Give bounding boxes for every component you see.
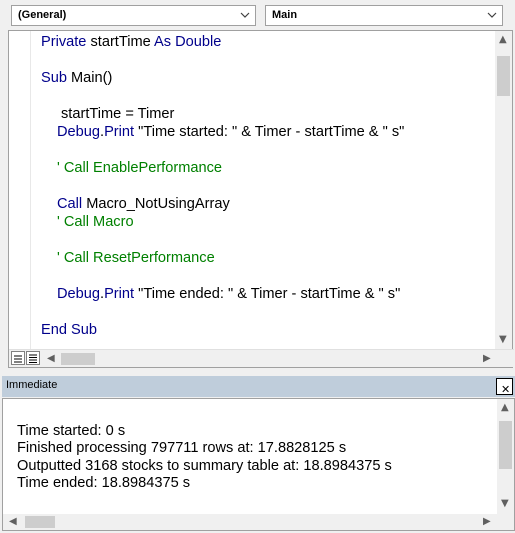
output-line: Time started: 0 s xyxy=(17,423,126,439)
full-module-view-icon xyxy=(29,354,37,363)
close-icon: ✕ xyxy=(501,383,511,396)
immediate-vertical-scrollbar[interactable]: ▲ ▼ xyxy=(497,399,514,514)
scroll-left-icon[interactable]: ◀ xyxy=(47,354,55,364)
scrollbar-thumb[interactable] xyxy=(61,353,95,365)
object-dropdown-value: (General) xyxy=(18,9,67,21)
output-line: Finished processing 797711 rows at: 17.8… xyxy=(17,440,347,457)
code-line: startTime = Timer xyxy=(61,106,175,122)
scroll-down-icon[interactable]: ▼ xyxy=(499,335,507,345)
code-line: Call Macro_NotUsingArray xyxy=(57,196,230,212)
close-button[interactable]: ✕ xyxy=(496,378,513,396)
code-window: Private startTime As Double Sub Main() s… xyxy=(8,30,514,368)
immediate-title: Immediate xyxy=(6,379,58,391)
code-window-toolbar: (General) Main xyxy=(0,0,515,30)
code-line: Private startTime As Double xyxy=(41,34,222,50)
code-line: End Sub xyxy=(41,322,97,338)
scroll-right-icon[interactable]: ▶ xyxy=(483,517,491,527)
scroll-left-icon[interactable]: ◀ xyxy=(9,517,17,527)
procedure-view-icon xyxy=(14,355,22,363)
code-line: Sub Main() xyxy=(41,70,113,86)
code-vertical-scrollbar[interactable]: ▲ ▼ xyxy=(495,31,512,349)
scrollbar-thumb[interactable] xyxy=(499,421,512,469)
chevron-down-icon xyxy=(487,12,497,18)
chevron-down-icon xyxy=(240,12,250,18)
output-line: Time ended: 18.8984375 s xyxy=(17,474,191,491)
scroll-up-icon[interactable]: ▲ xyxy=(501,403,509,413)
scrollbar-thumb[interactable] xyxy=(497,56,510,96)
code-line: Debug.Print "Time started: " & Timer - s… xyxy=(57,124,405,140)
scroll-up-icon[interactable]: ▲ xyxy=(499,35,507,45)
immediate-title-bar: Immediate ✕ xyxy=(2,376,515,397)
scroll-down-icon[interactable]: ▼ xyxy=(501,499,509,509)
procedure-dropdown-value: Main xyxy=(272,9,298,21)
code-margin[interactable] xyxy=(9,31,31,349)
procedure-dropdown[interactable]: Main xyxy=(265,5,503,26)
code-comment: ' Call EnablePerformance xyxy=(57,160,223,176)
full-module-view-button[interactable] xyxy=(26,351,40,365)
output-line: Outputted 3168 stocks to summary table a… xyxy=(17,457,392,474)
object-dropdown[interactable]: (General) xyxy=(11,5,256,26)
code-comment: ' Call Macro xyxy=(57,214,134,230)
procedure-view-button[interactable] xyxy=(11,351,25,365)
immediate-window[interactable]: Time started: 0 s Finished processing 79… xyxy=(2,398,515,531)
code-line: Debug.Print "Time ended: " & Timer - sta… xyxy=(57,286,401,302)
immediate-output[interactable]: Time started: 0 s Finished processing 79… xyxy=(17,423,392,492)
code-comment: ' Call ResetPerformance xyxy=(57,250,215,266)
scrollbar-thumb[interactable] xyxy=(25,516,55,528)
immediate-horizontal-scrollbar[interactable]: ◀ ▶ xyxy=(3,514,514,530)
scroll-right-icon[interactable]: ▶ xyxy=(483,354,491,364)
code-editor[interactable]: Private startTime As Double Sub Main() s… xyxy=(9,31,497,349)
code-horizontal-scrollbar[interactable]: ◀ ▶ xyxy=(9,349,514,367)
